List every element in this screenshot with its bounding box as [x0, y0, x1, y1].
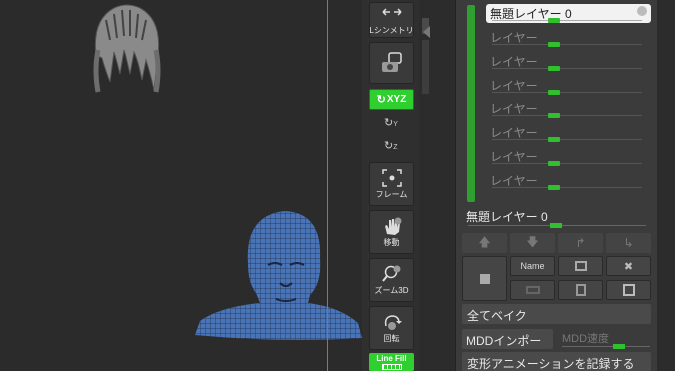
layer-row[interactable]: レイヤー	[486, 99, 651, 121]
layer-row[interactable]: レイヤー	[486, 28, 651, 50]
layer-row[interactable]: レイヤー	[486, 123, 651, 145]
move-layer-right-up-button[interactable]: ↱	[558, 233, 603, 253]
symmetry-arrows-icon	[381, 8, 402, 16]
delete-icon: ✖	[623, 260, 634, 273]
polyframe-grid-icon	[381, 364, 402, 370]
rotate-xyz-icon: ↻	[376, 94, 386, 106]
zoom3d-button[interactable]: ズーム3D	[369, 258, 414, 302]
layer-intensity-slider[interactable]	[548, 185, 560, 190]
xyz-label: XYZ	[386, 94, 407, 105]
collapse-arrow-icon[interactable]	[423, 26, 430, 38]
layer-row[interactable]: レイヤー	[486, 171, 651, 193]
turn-down-icon: ↳	[623, 236, 634, 250]
name-label: Name	[520, 261, 545, 271]
hand-move-icon	[384, 217, 401, 235]
current-layer-name: 無題レイヤー 0	[466, 210, 548, 224]
move-layer-up-button[interactable]: 🡅	[462, 233, 507, 253]
merge-down-button[interactable]	[510, 280, 555, 300]
layer-intensity-slider[interactable]	[548, 42, 560, 47]
layer-intensity-slider[interactable]	[548, 18, 560, 23]
layer-row[interactable]: レイヤー	[486, 52, 651, 74]
layer-intensity-track	[492, 115, 642, 116]
rotate-icon	[384, 315, 402, 330]
merge-visible-icon	[575, 284, 586, 296]
new-layer-icon	[479, 273, 490, 284]
linefill-label: Line Fill	[376, 354, 407, 363]
rotate-z-icon: ↻	[384, 140, 394, 152]
xyz-rotate-button[interactable]: ↻ XYZ	[369, 89, 414, 110]
lock-camera-icon	[381, 52, 402, 72]
layer-visibility-icon[interactable]	[637, 6, 647, 16]
mdd-speed-label: MDD速度	[562, 333, 610, 345]
layer-intensity-track	[492, 139, 642, 140]
duplicate-layer-button[interactable]	[558, 256, 603, 276]
layer-intensity-track	[492, 92, 642, 93]
layer-row-active[interactable]: 無題レイヤー 0	[486, 4, 651, 23]
frame-label: フレーム	[375, 190, 408, 199]
current-layer-slider[interactable]	[550, 223, 562, 228]
mdd-import-button[interactable]: MDDインポート	[462, 329, 553, 365]
layer-intensity-track	[492, 44, 642, 45]
lightbox-symmetry-label: Lシンメトリ	[369, 26, 414, 35]
layer-intensity-track	[492, 68, 642, 69]
frame-corners-icon	[381, 169, 402, 187]
magnifier-icon	[381, 265, 400, 282]
layers-scrollbar[interactable]	[467, 5, 475, 202]
head-mesh-model[interactable]	[190, 203, 365, 348]
layer-intensity-track	[492, 20, 642, 21]
bake-all-button[interactable]: 全てベイク	[462, 304, 651, 324]
merge-down-icon	[525, 286, 540, 294]
layer-intensity-track	[492, 163, 642, 164]
new-layer-button[interactable]	[462, 256, 507, 301]
layer-intensity-slider[interactable]	[548, 90, 560, 95]
panel-scroll-track[interactable]	[422, 40, 429, 94]
zoom3d-label: ズーム3D	[374, 286, 409, 295]
move-label: 移動	[383, 238, 400, 247]
mdd-speed-track	[562, 346, 650, 347]
layer-intensity-slider[interactable]	[548, 113, 560, 118]
linefill-button[interactable]: Line Fill	[369, 353, 414, 371]
layer-intensity-slider[interactable]	[548, 137, 560, 142]
frame-button[interactable]: フレーム	[369, 162, 414, 206]
delete-layer-button[interactable]: ✖	[606, 256, 651, 276]
move-button[interactable]: 移動	[369, 210, 414, 254]
rotate-y-icon: ↻	[384, 117, 394, 129]
right-scroll-strip[interactable]	[657, 0, 675, 371]
arrow-down-icon: 🡇	[526, 234, 539, 249]
layer-intensity-slider[interactable]	[548, 161, 560, 166]
layer-row[interactable]: レイヤー	[486, 147, 651, 169]
layer-intensity-slider[interactable]	[548, 66, 560, 71]
move-layer-right-down-button[interactable]: ↳	[606, 233, 651, 253]
layer-row[interactable]: レイヤー	[486, 76, 651, 98]
3d-viewport[interactable]	[0, 0, 362, 371]
move-layer-down-button[interactable]: 🡇	[510, 233, 555, 253]
name-button[interactable]: Name	[510, 256, 555, 276]
split-layer-button[interactable]	[606, 280, 651, 300]
arrow-up-icon: 🡅	[478, 234, 491, 249]
z-rotate-button[interactable]: ↻Z	[384, 139, 402, 157]
tool-shelf: Lシンメトリ ↻ XYZ ↻Y ↻Z フレーム 移動 ズーム3D 回転 Line…	[362, 0, 419, 371]
lightbox-symmetry-button[interactable]: Lシンメトリ	[369, 2, 414, 38]
panel-scroll-column	[419, 0, 455, 371]
y-rotate-button[interactable]: ↻Y	[384, 116, 402, 134]
layers-panel: 無題レイヤー 0 レイヤー レイヤー レイヤー レイヤー レイヤー レイヤー レ…	[455, 0, 657, 371]
viewport-divider	[327, 0, 328, 371]
duplicate-icon	[574, 261, 587, 271]
merge-visible-button[interactable]	[558, 280, 603, 300]
split-icon	[622, 284, 635, 296]
hair-mesh-model[interactable]	[84, 0, 170, 98]
mdd-speed-slider[interactable]	[613, 344, 625, 349]
local-symmetry-button[interactable]	[369, 42, 414, 84]
z-label: Z	[393, 144, 398, 151]
turn-right-icon: ↱	[575, 236, 586, 250]
record-deform-animation-button[interactable]: 変形アニメーションを記録する	[462, 352, 651, 371]
rotate-label: 回転	[383, 334, 400, 343]
rotate-button[interactable]: 回転	[369, 306, 414, 350]
layer-intensity-track	[492, 187, 642, 188]
y-label: Y	[393, 121, 398, 128]
